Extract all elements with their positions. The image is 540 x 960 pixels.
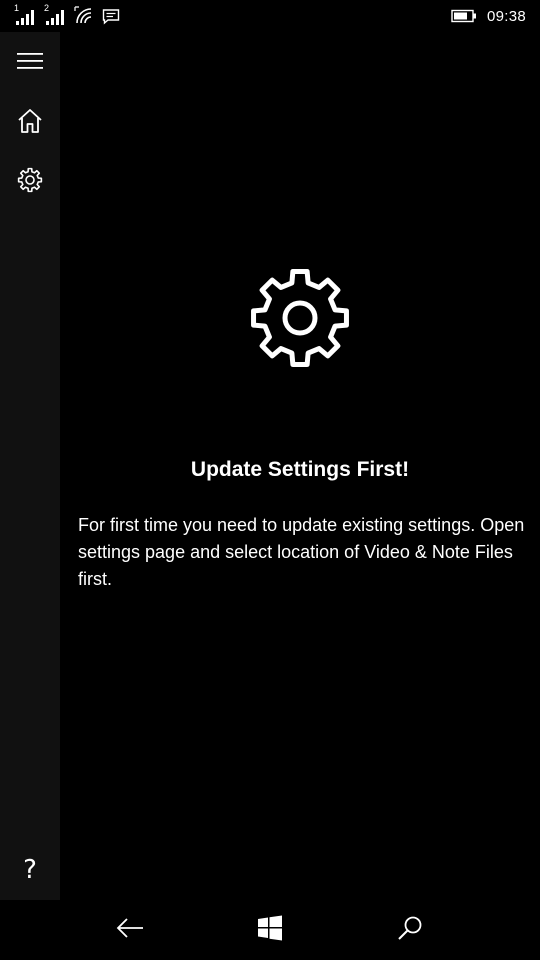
signal-icon: 1 [14, 3, 36, 26]
status-left: 1 2 [14, 3, 120, 26]
start-button[interactable] [240, 900, 300, 960]
hamburger-menu-button[interactable] [0, 35, 60, 91]
clock: 09:38 [486, 7, 526, 25]
search-button[interactable] [380, 900, 440, 960]
settings-button[interactable] [0, 154, 60, 210]
app-screen: 1 2 09:38 ? Update Settings First! For f… [0, 0, 540, 960]
main-content: Update Settings First! For first time yo… [60, 32, 540, 900]
message-icon [102, 6, 120, 26]
home-icon [17, 108, 43, 139]
help-button[interactable]: ? [0, 842, 60, 898]
battery-icon [451, 9, 477, 23]
help-label: ? [23, 855, 37, 885]
wifi-icon [74, 6, 94, 26]
back-button[interactable] [100, 900, 160, 960]
signal-icon: 2 [44, 3, 66, 26]
sidebar: ? [0, 32, 60, 900]
back-arrow-icon [116, 917, 144, 944]
search-icon [397, 915, 423, 946]
home-button[interactable] [0, 95, 60, 151]
windows-start-icon [257, 915, 283, 946]
status-right: 09:38 [451, 6, 526, 26]
status-bar: 1 2 09:38 [0, 0, 540, 32]
page-title: Update Settings First! [190, 458, 410, 481]
nav-bar [0, 900, 540, 960]
message-text: For first time you need to update existi… [78, 515, 525, 589]
gear-icon [248, 266, 352, 370]
settings-gear-icon [17, 167, 43, 198]
hamburger-menu-icon [17, 52, 43, 75]
